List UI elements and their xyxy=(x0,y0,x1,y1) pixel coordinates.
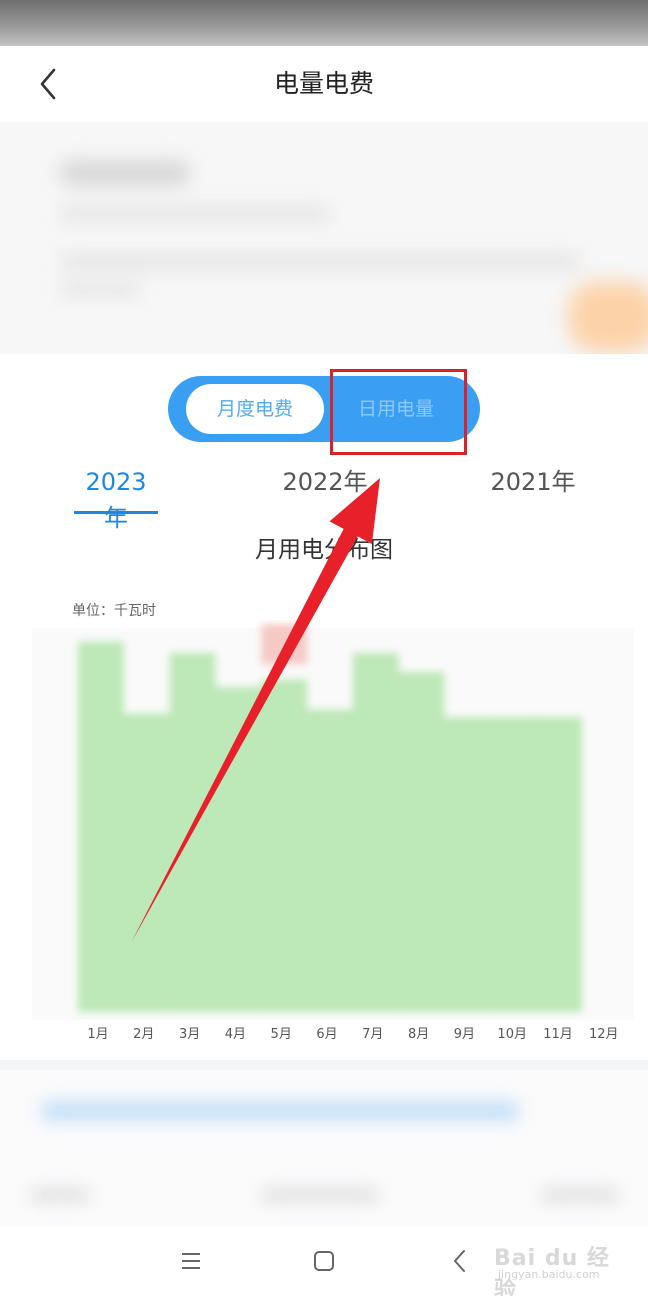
chart-title: 月用电分布图 xyxy=(255,537,393,563)
blurred-text xyxy=(540,1188,620,1202)
blurred-text xyxy=(60,254,580,270)
chart-x-tick-label: 1月 xyxy=(87,1027,108,1042)
toggle-monthly-fee[interactable]: 月度电费 xyxy=(186,384,324,434)
chart-x-tick-label: 7月 xyxy=(362,1027,383,1042)
blurred-text xyxy=(260,1188,380,1202)
nav-bar: 电量电费 xyxy=(0,46,648,122)
annotation-highlight-box xyxy=(330,369,467,455)
system-back-button[interactable] xyxy=(443,1244,477,1278)
blurred-link[interactable] xyxy=(40,1100,520,1122)
chart-x-tick-label: 4月 xyxy=(225,1027,246,1042)
chart-bar xyxy=(398,671,445,1012)
blurred-text xyxy=(60,160,190,186)
chart-x-tick-label: 2月 xyxy=(133,1027,154,1042)
chart-x-tick-label: 11月 xyxy=(543,1027,573,1042)
blurred-text xyxy=(60,206,330,222)
chart-bar xyxy=(261,679,308,1012)
chevron-left-icon xyxy=(40,68,56,100)
menu-icon xyxy=(182,1253,200,1269)
blurred-text xyxy=(30,1188,90,1202)
page-title: 电量电费 xyxy=(273,69,374,98)
square-icon xyxy=(314,1251,334,1271)
home-button[interactable] xyxy=(307,1244,341,1278)
chart-x-tick-label: 5月 xyxy=(271,1027,292,1042)
baidu-jingyan-watermark: Bai du 经验 jingyan.baidu.com xyxy=(494,1240,624,1296)
watermark-url: jingyan.baidu.com xyxy=(498,1268,600,1281)
chart-x-tick-label: 9月 xyxy=(454,1027,475,1042)
chart-bar xyxy=(123,713,170,1012)
chart-x-tick-label: 10月 xyxy=(497,1027,527,1042)
chart-bar xyxy=(215,686,262,1012)
chart-x-tick-label: 12月 xyxy=(589,1027,619,1042)
back-button[interactable] xyxy=(30,64,70,104)
menu-button[interactable] xyxy=(174,1244,208,1278)
tab-year-2021[interactable]: 2021年 xyxy=(490,464,576,514)
chart-bar xyxy=(78,641,124,1012)
chevron-left-icon xyxy=(454,1250,465,1272)
status-bar xyxy=(0,0,648,46)
blurred-bottom-card xyxy=(0,1070,648,1226)
chart-bar xyxy=(536,717,582,1012)
account-info-card xyxy=(0,122,648,354)
chart-bar-highlight xyxy=(261,624,308,664)
blurred-text xyxy=(60,282,140,296)
usage-panel: 月度电费 日用电量 2023年 2022年 2021年 月用电分布图 单位：千瓦… xyxy=(0,354,648,1060)
chart-x-tick-label: 3月 xyxy=(179,1027,200,1042)
chart-bar xyxy=(307,709,353,1012)
tab-year-2023[interactable]: 2023年 xyxy=(74,464,158,532)
chart-bar xyxy=(444,717,491,1012)
chart-bar xyxy=(352,652,399,1012)
blurred-action-badge[interactable] xyxy=(568,282,648,352)
chart-bar xyxy=(490,717,537,1012)
chart-x-tick-label: 6月 xyxy=(316,1027,337,1042)
chart-unit-label: 单位：千瓦时 xyxy=(72,603,156,619)
chart-x-tick-label: 8月 xyxy=(408,1027,429,1042)
chart-bar xyxy=(169,652,216,1012)
tab-year-2022[interactable]: 2022年 xyxy=(282,464,368,514)
monthly-usage-chart: 1月 2月 3月 4月 5月 6月 7月 8月 9月 10月 11月 12月 xyxy=(32,624,634,1042)
